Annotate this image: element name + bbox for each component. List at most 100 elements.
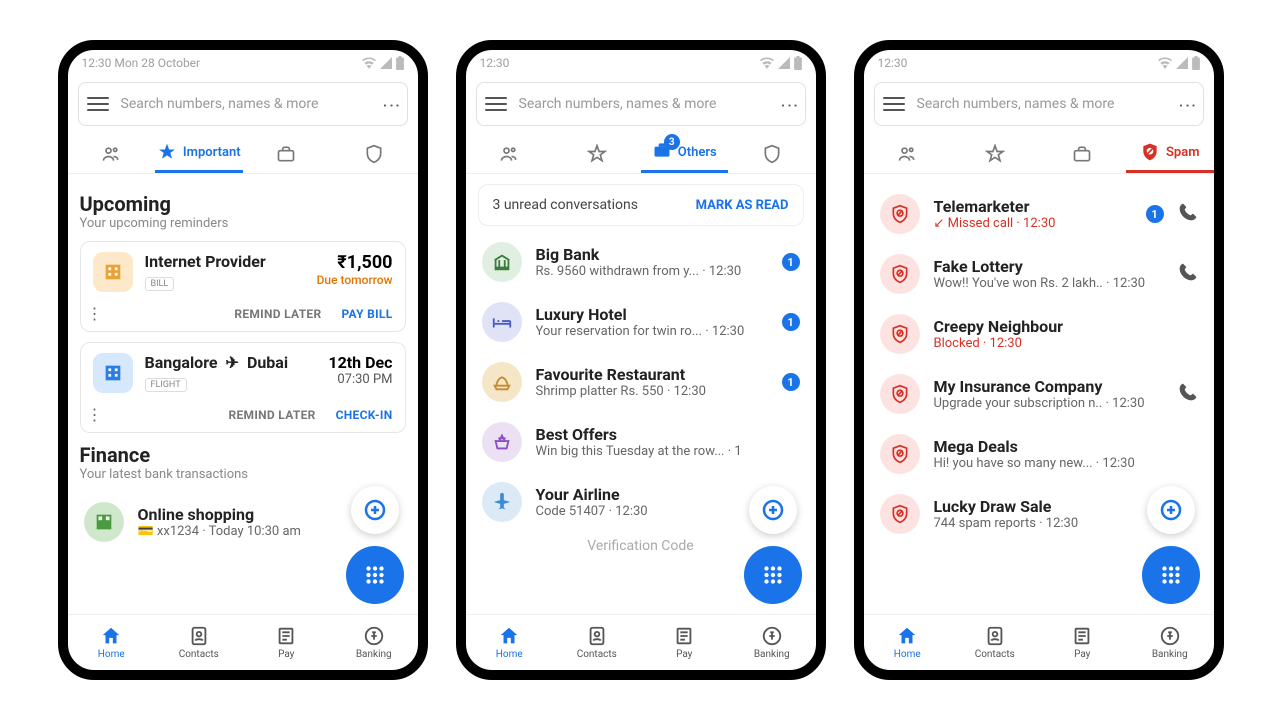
card-title: Internet Provider xyxy=(145,252,266,271)
nav-home[interactable]: Home xyxy=(864,615,952,670)
dialpad-fab[interactable] xyxy=(346,546,404,604)
card-more-icon[interactable]: ⋮ xyxy=(87,304,103,323)
spam-shield-icon xyxy=(880,374,920,414)
briefcase-icon xyxy=(276,144,296,164)
row-title: Luxury Hotel xyxy=(536,305,768,324)
remind-later-button[interactable]: REMIND LATER xyxy=(228,408,315,422)
unread-badge: 1 xyxy=(782,313,800,331)
phone-icon xyxy=(1178,382,1198,406)
nav-pay[interactable]: Pay xyxy=(1039,615,1127,670)
list-item[interactable]: Best Offers Win big this Tuesday at the … xyxy=(478,412,804,472)
tab-spam[interactable] xyxy=(728,134,816,173)
content-important: Upcoming Your upcoming reminders Interne… xyxy=(68,174,418,614)
row-title: Fake Lottery xyxy=(934,257,1164,276)
category-icon xyxy=(482,422,522,462)
new-chat-fab[interactable] xyxy=(351,486,399,534)
row-sub: Blocked · 12:30 xyxy=(934,336,1198,351)
tab-others[interactable] xyxy=(243,134,331,173)
card-date: 12th Dec xyxy=(328,353,392,372)
section-finance-sub: Your latest bank transactions xyxy=(80,467,406,482)
checkin-button[interactable]: CHECK-IN xyxy=(336,408,393,422)
new-chat-fab[interactable] xyxy=(1147,486,1195,534)
reminder-card-bill[interactable]: Internet Provider BILL ₹1,500 Due tomorr… xyxy=(80,241,406,332)
remind-later-button[interactable]: REMIND LATER xyxy=(234,307,321,321)
spam-shield-icon xyxy=(880,314,920,354)
search-bar[interactable]: Search numbers, names & more ⋮ xyxy=(78,82,408,126)
reminder-card-flight[interactable]: Bangalore ✈ Dubai FLIGHT 12th Dec 07:30 … xyxy=(80,342,406,433)
battery-icon xyxy=(396,56,404,70)
banner-text: 3 unread conversations xyxy=(493,197,638,213)
dialpad-fab[interactable] xyxy=(744,546,802,604)
nav-banking[interactable]: Banking xyxy=(330,615,418,670)
tab-personal[interactable] xyxy=(68,134,156,173)
row-sub: Rs. 9560 withdrawn from y... · 12:30 xyxy=(536,264,768,279)
card-more-icon[interactable]: ⋮ xyxy=(87,405,103,424)
nav-home[interactable]: Home xyxy=(466,615,554,670)
category-icon xyxy=(482,242,522,282)
spam-shield-icon xyxy=(880,434,920,474)
list-item[interactable]: My Insurance Company Upgrade your subscr… xyxy=(876,364,1202,424)
unread-badge: 1 xyxy=(782,373,800,391)
nav-contacts[interactable]: Contacts xyxy=(553,615,641,670)
nav-contacts[interactable]: Contacts xyxy=(951,615,1039,670)
nav-home[interactable]: Home xyxy=(68,615,156,670)
tab-personal[interactable] xyxy=(864,134,952,173)
search-bar[interactable]: Search numbers, names & more ⋮ xyxy=(476,82,806,126)
pay-bill-button[interactable]: PAY BILL xyxy=(341,307,392,321)
more-icon[interactable]: ⋮ xyxy=(380,96,401,112)
star-icon xyxy=(157,142,177,162)
tab-spam[interactable]: Spam xyxy=(1126,134,1214,173)
nav-pay[interactable]: Pay xyxy=(641,615,729,670)
shield-icon xyxy=(364,144,384,164)
menu-icon[interactable] xyxy=(485,97,507,111)
list-item[interactable]: Creepy Neighbour Blocked · 12:30 xyxy=(876,304,1202,364)
row-title: Creepy Neighbour xyxy=(934,317,1198,336)
card-time: 07:30 PM xyxy=(328,372,392,387)
tab-others[interactable]: 3 Others xyxy=(641,134,729,173)
tab-personal[interactable] xyxy=(466,134,554,173)
phone-spam: 12:30 Search numbers, names & more ⋮ Spa… xyxy=(854,40,1224,680)
nav-banking[interactable]: Banking xyxy=(1126,615,1214,670)
list-item[interactable]: Luxury Hotel Your reservation for twin r… xyxy=(478,292,804,352)
menu-icon[interactable] xyxy=(883,97,905,111)
building-icon xyxy=(93,252,133,292)
menu-icon[interactable] xyxy=(87,97,109,111)
list-item[interactable]: Telemarketer ↙ Missed call · 12:30 1 xyxy=(876,184,1202,244)
row-title: Mega Deals xyxy=(934,437,1198,456)
mark-read-button[interactable]: MARK AS READ xyxy=(696,198,789,213)
section-upcoming-sub: Your upcoming reminders xyxy=(80,216,406,231)
tab-important[interactable]: Important xyxy=(155,134,243,173)
nav-banking[interactable]: Banking xyxy=(728,615,816,670)
tab-important[interactable] xyxy=(553,134,641,173)
search-bar[interactable]: Search numbers, names & more ⋮ xyxy=(874,82,1204,126)
list-item[interactable]: Favourite Restaurant Shrimp platter Rs. … xyxy=(478,352,804,412)
category-tabs: Spam xyxy=(864,134,1214,174)
unread-banner: 3 unread conversations MARK AS READ xyxy=(478,184,804,226)
search-input[interactable]: Search numbers, names & more xyxy=(519,96,769,112)
nav-pay[interactable]: Pay xyxy=(243,615,331,670)
status-time: 12:30 xyxy=(878,56,908,70)
spam-shield-icon xyxy=(880,194,920,234)
more-icon[interactable]: ⋮ xyxy=(778,96,799,112)
status-bar: 12:30 Mon 28 October xyxy=(68,50,418,76)
row-sub: Shrimp platter Rs. 550 · 12:30 xyxy=(536,384,768,399)
tab-important[interactable] xyxy=(951,134,1039,173)
card-due: Due tomorrow xyxy=(317,273,393,287)
card-route: Bangalore ✈ Dubai xyxy=(145,353,289,372)
list-item[interactable]: Big Bank Rs. 9560 withdrawn from y... · … xyxy=(478,232,804,292)
plane-icon: ✈ xyxy=(226,353,239,372)
nav-contacts[interactable]: Contacts xyxy=(155,615,243,670)
signal-icon xyxy=(380,57,392,69)
search-input[interactable]: Search numbers, names & more xyxy=(121,96,371,112)
more-icon[interactable]: ⋮ xyxy=(1176,96,1197,112)
new-chat-fab[interactable] xyxy=(749,486,797,534)
content-spam: Telemarketer ↙ Missed call · 12:30 1 Fak… xyxy=(864,174,1214,614)
tab-others[interactable] xyxy=(1039,134,1127,173)
phone-icon xyxy=(1178,262,1198,286)
search-input[interactable]: Search numbers, names & more xyxy=(917,96,1167,112)
list-item[interactable]: Fake Lottery Wow!! You've won Rs. 2 lakh… xyxy=(876,244,1202,304)
dialpad-fab[interactable] xyxy=(1142,546,1200,604)
tab-spam[interactable] xyxy=(330,134,418,173)
list-item[interactable]: Mega Deals Hi! you have so many new... ·… xyxy=(876,424,1202,484)
people-icon xyxy=(101,144,121,164)
